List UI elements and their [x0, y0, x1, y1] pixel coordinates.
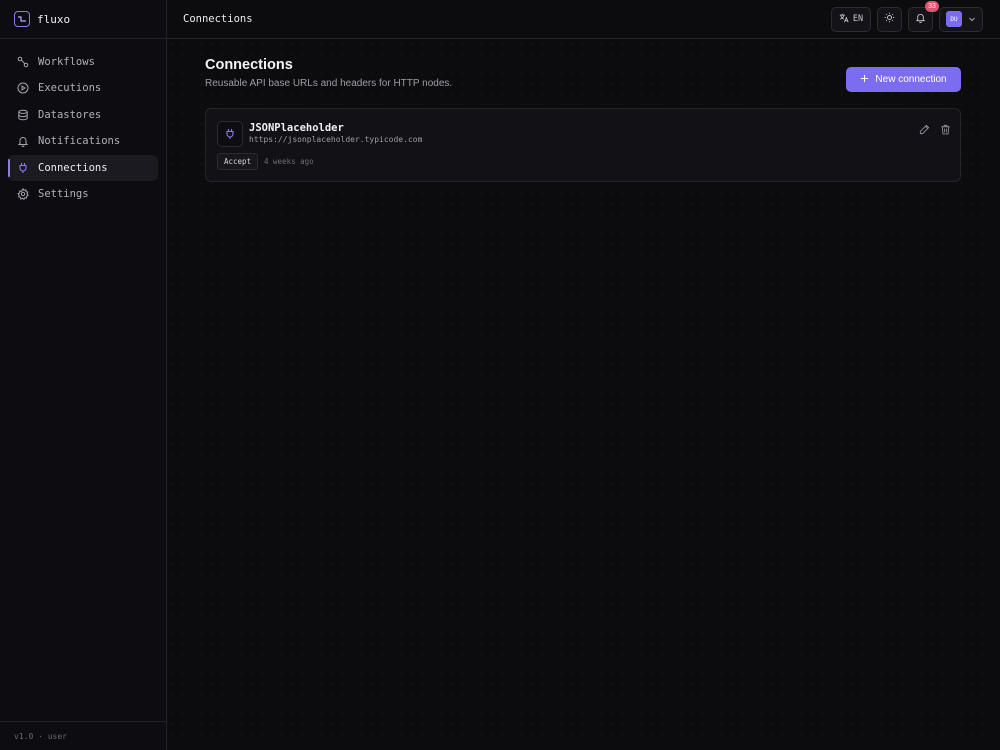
sidebar-item-label: Datastores: [38, 108, 102, 121]
fluxo-logo-icon: [14, 11, 30, 27]
sidebar-item-executions[interactable]: Executions: [8, 76, 158, 102]
sidebar-item-label: Executions: [38, 82, 102, 95]
database-icon: [17, 109, 29, 121]
connection-updated-time: 4 weeks ago: [264, 157, 314, 166]
page-header: Connections Reusable API base URLs and h…: [205, 57, 961, 97]
language-label: EN: [852, 14, 864, 24]
sidebar-item-notifications[interactable]: Notifications: [8, 129, 158, 155]
avatar: DU: [946, 11, 962, 27]
sidebar-nav: Workflows Executions Datastores Notifica…: [0, 39, 166, 217]
sun-icon: [884, 10, 895, 28]
chevron-down-icon: [968, 10, 976, 28]
sidebar-item-label: Workflows: [38, 55, 95, 68]
bell-icon: [915, 10, 926, 28]
theme-toggle-button[interactable]: [877, 6, 902, 32]
sidebar-item-label: Connections: [38, 161, 108, 174]
connection-actions: [918, 123, 951, 135]
notification-count-badge: 33: [925, 0, 939, 12]
connection-card[interactable]: JSONPlaceholder https://jsonplaceholder.…: [205, 108, 961, 182]
brand[interactable]: fluxo: [0, 0, 166, 39]
sidebar-item-workflows[interactable]: Workflows: [8, 49, 158, 75]
sidebar-item-settings[interactable]: Settings: [8, 182, 158, 208]
gear-icon: [17, 188, 29, 201]
trash-icon[interactable]: [939, 123, 951, 135]
sidebar-item-label: Notifications: [38, 135, 121, 148]
sidebar-item-datastores[interactable]: Datastores: [8, 102, 158, 128]
connection-url: https://jsonplaceholder.typicode.com: [249, 135, 423, 144]
play-circle-icon: [17, 82, 29, 94]
header-tag: Accept: [217, 153, 259, 170]
brand-name: fluxo: [37, 12, 71, 26]
sidebar: fluxo Workflows Executions Datastores No…: [0, 0, 167, 750]
notifications-button[interactable]: 33: [908, 0, 939, 32]
workflow-icon: [17, 56, 29, 68]
translate-icon: [839, 13, 849, 26]
plug-icon: [217, 121, 243, 147]
language-button[interactable]: EN: [831, 6, 871, 32]
connection-name: JSONPlaceholder: [249, 122, 344, 134]
sidebar-item-label: Settings: [38, 188, 89, 201]
topbar-actions: EN 33 DU: [831, 0, 983, 32]
sidebar-footer: v1.0 · user: [0, 721, 166, 750]
sidebar-item-connections[interactable]: Connections: [8, 155, 158, 181]
bell-icon: [17, 135, 29, 148]
new-connection-label: New connection: [875, 74, 947, 85]
main-content: Connections Reusable API base URLs and h…: [167, 39, 1000, 750]
new-connection-button[interactable]: New connection: [846, 67, 961, 92]
page-title-topbar: Connections: [183, 13, 253, 25]
plug-icon: [17, 162, 29, 174]
topbar: Connections EN 33 DU: [167, 0, 1000, 39]
plus-icon: [860, 74, 869, 86]
user-menu-button[interactable]: DU: [939, 6, 983, 32]
edit-icon[interactable]: [918, 123, 930, 135]
